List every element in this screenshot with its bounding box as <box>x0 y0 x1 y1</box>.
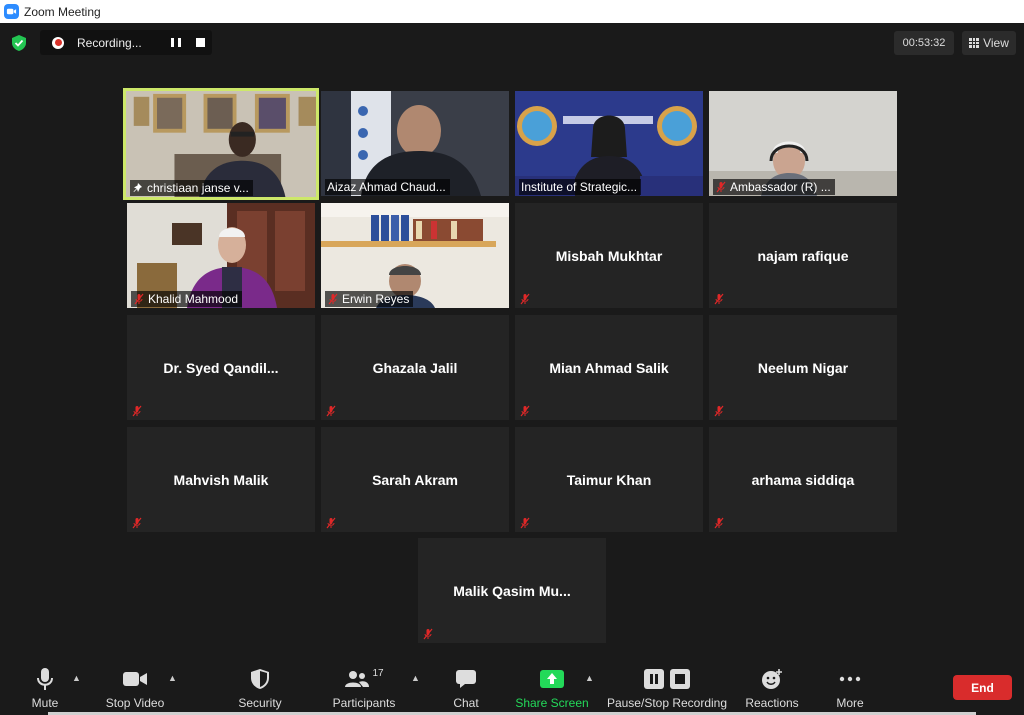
participant-tile[interactable]: Khalid Mahmood <box>127 203 315 308</box>
participant-tile[interactable]: christiaan janse v... <box>123 88 319 200</box>
muted-microphone-icon <box>520 517 530 529</box>
participants-icon <box>345 671 370 687</box>
pin-icon <box>133 183 142 192</box>
muted-microphone-icon <box>328 293 338 305</box>
participant-name-label: Khalid Mahmood <box>131 291 243 307</box>
participant-tile[interactable]: Erwin Reyes <box>321 203 509 308</box>
stop-video-button[interactable]: Stop Video <box>102 657 168 715</box>
participant-tile[interactable]: najam rafique <box>709 203 897 308</box>
participant-tile[interactable]: Ambassador (R) ... <box>709 91 897 196</box>
share-screen-button[interactable]: Share Screen <box>515 657 589 715</box>
security-shield-icon <box>251 669 269 689</box>
muted-microphone-icon <box>326 405 336 417</box>
share-screen-arrow-icon <box>540 670 564 688</box>
participant-tile[interactable]: Ghazala Jalil <box>321 315 509 420</box>
participants-button[interactable]: 17 Participants <box>330 657 398 715</box>
window-titlebar: Zoom Meeting <box>0 0 1024 23</box>
participant-tile[interactable]: Malik Qasim Mu... <box>418 538 606 643</box>
participant-name: Mian Ahmad Salik <box>549 359 669 376</box>
muted-microphone-icon <box>520 405 530 417</box>
participant-name: Taimur Khan <box>566 471 652 488</box>
participant-name: Mahvish Malik <box>173 471 269 488</box>
participant-tile[interactable]: Aizaz Ahmad Chaud... <box>321 91 509 196</box>
encryption-shield-icon[interactable] <box>10 34 28 52</box>
participant-name: Dr. Syed Qandil... <box>163 359 279 376</box>
participant-tile[interactable]: arhama siddiqa <box>709 427 897 532</box>
reactions-smiley-icon <box>762 669 782 689</box>
chat-button[interactable]: Chat <box>446 657 486 715</box>
video-camera-icon <box>123 672 147 686</box>
pause-stop-recording-button[interactable]: Pause/Stop Recording <box>606 657 728 715</box>
participant-tile[interactable]: Misbah Mukhtar <box>515 203 703 308</box>
muted-microphone-icon <box>326 517 336 529</box>
participant-name: arhama siddiqa <box>751 471 855 488</box>
participant-name-label: christiaan janse v... <box>130 180 253 196</box>
participant-name-label: Ambassador (R) ... <box>713 179 835 195</box>
participant-tile[interactable]: Neelum Nigar <box>709 315 897 420</box>
participant-tile[interactable]: Mian Ahmad Salik <box>515 315 703 420</box>
stop-icon <box>670 669 690 689</box>
muted-microphone-icon <box>714 405 724 417</box>
participant-tile[interactable]: Mahvish Malik <box>127 427 315 532</box>
security-button[interactable]: Security <box>234 657 286 715</box>
participant-name-label: Aizaz Ahmad Chaud... <box>325 179 450 195</box>
pause-icon <box>644 669 664 689</box>
mute-options-chevron-up-icon[interactable]: ▲ <box>72 673 81 683</box>
recording-dot-icon <box>52 36 64 49</box>
grid-view-icon <box>969 38 980 48</box>
participant-tile[interactable]: Dr. Syed Qandil... <box>127 315 315 420</box>
more-dots-icon <box>839 676 861 682</box>
mute-button[interactable]: Mute <box>24 657 66 715</box>
view-label: View <box>983 36 1009 50</box>
muted-microphone-icon <box>714 517 724 529</box>
end-meeting-button[interactable]: End <box>953 675 1012 700</box>
muted-microphone-icon <box>132 405 142 417</box>
meeting-timer: 00:53:32 <box>894 31 954 55</box>
participant-tile[interactable]: Sarah Akram <box>321 427 509 532</box>
view-button[interactable]: View <box>962 31 1016 55</box>
video-options-chevron-up-icon[interactable]: ▲ <box>168 673 177 683</box>
stop-recording-icon[interactable] <box>196 38 205 47</box>
participant-name: Malik Qasim Mu... <box>453 582 571 599</box>
participant-name: Ghazala Jalil <box>372 359 458 376</box>
chat-bubble-icon <box>456 670 476 688</box>
zoom-logo-icon <box>4 4 19 19</box>
more-button[interactable]: More <box>832 657 868 715</box>
participant-name: Misbah Mukhtar <box>555 247 663 264</box>
share-options-chevron-up-icon[interactable]: ▲ <box>585 673 594 683</box>
muted-microphone-icon <box>134 293 144 305</box>
recording-label: Recording... <box>77 35 142 50</box>
participant-tile[interactable]: Taimur Khan <box>515 427 703 532</box>
reactions-button[interactable]: Reactions <box>743 657 801 715</box>
muted-microphone-icon <box>132 517 142 529</box>
muted-microphone-icon <box>520 293 530 305</box>
pause-recording-icon[interactable] <box>171 38 181 47</box>
recording-indicator: Recording... <box>40 30 212 55</box>
participant-name: Neelum Nigar <box>757 359 849 376</box>
muted-microphone-icon <box>714 293 724 305</box>
participant-tile[interactable]: Institute of Strategic... <box>515 91 703 196</box>
participant-name: Sarah Akram <box>372 471 458 488</box>
participants-options-chevron-up-icon[interactable]: ▲ <box>411 673 420 683</box>
meeting-toolbar: Mute ▲ Stop Video ▲ Security 17 Particip… <box>0 657 1024 715</box>
participant-name-label: Erwin Reyes <box>325 291 414 307</box>
microphone-icon <box>37 668 53 690</box>
muted-microphone-icon <box>423 628 433 640</box>
participant-name: najam rafique <box>757 247 849 264</box>
muted-microphone-icon <box>716 181 726 193</box>
participants-count: 17 <box>372 667 384 679</box>
participant-name-label: Institute of Strategic... <box>519 179 642 195</box>
window-title: Zoom Meeting <box>24 4 101 19</box>
